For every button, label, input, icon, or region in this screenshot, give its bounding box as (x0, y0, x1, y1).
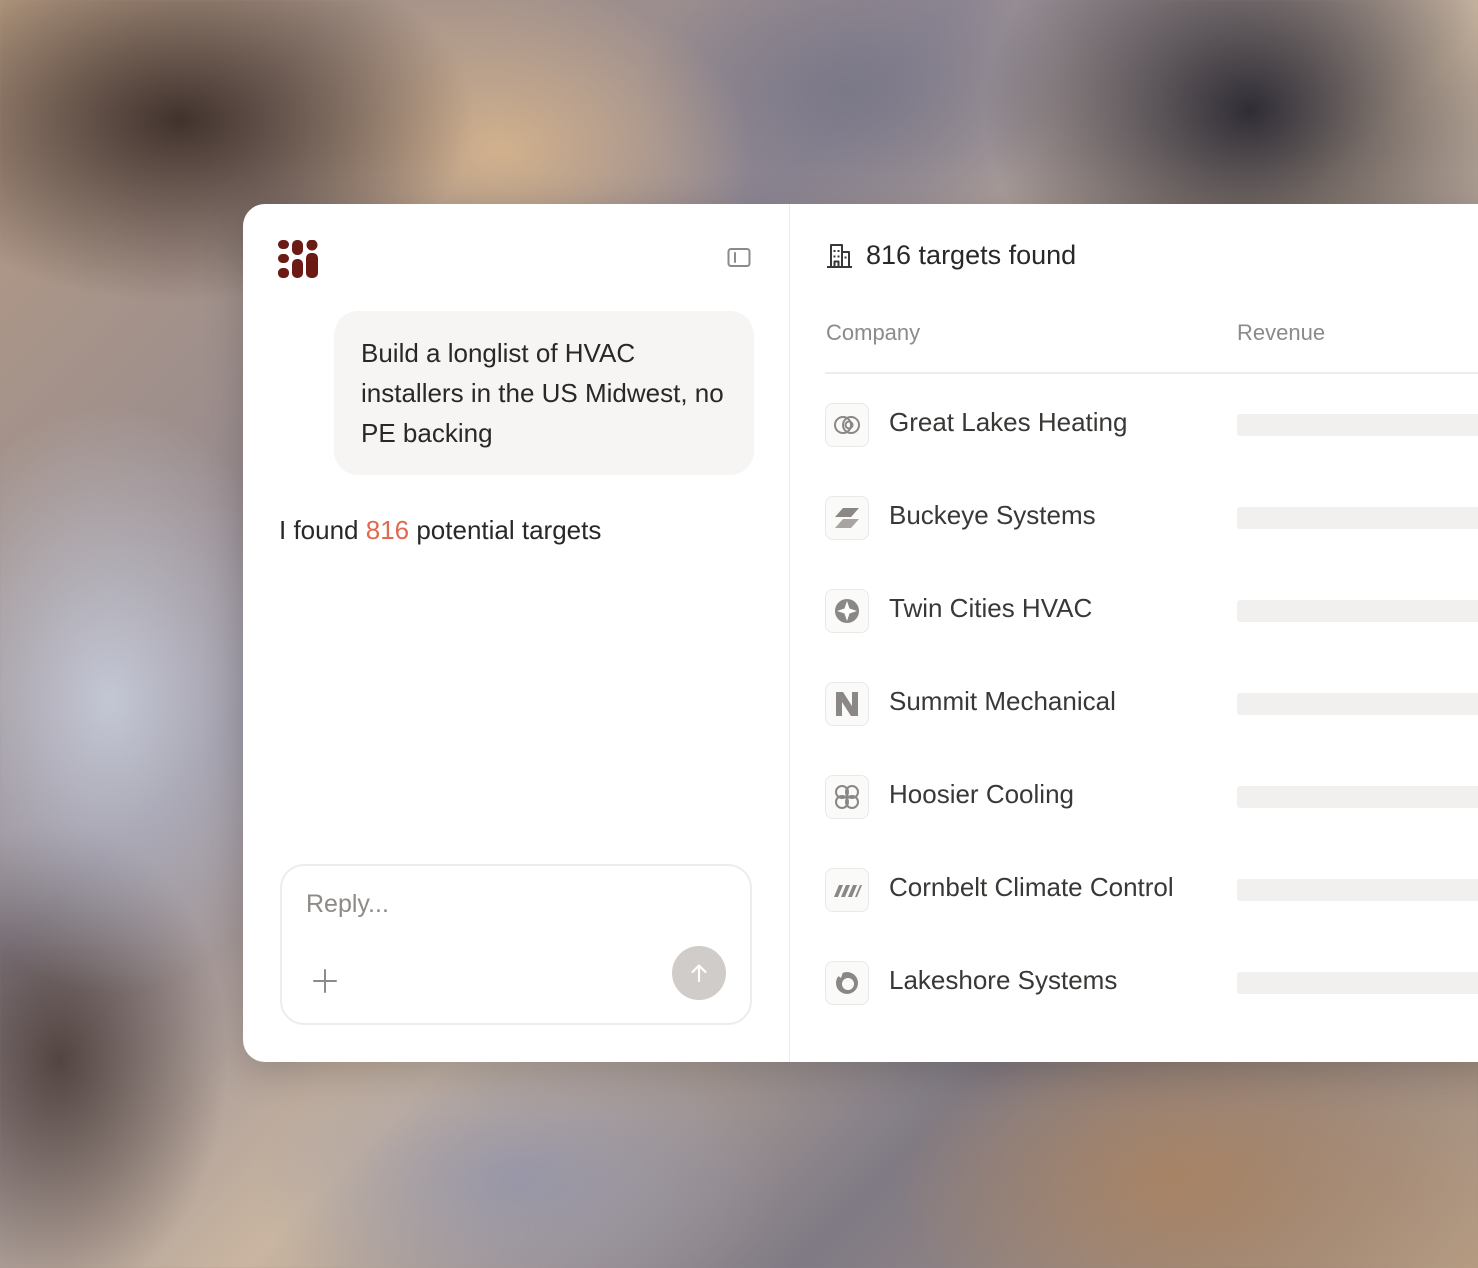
assistant-message-prefix: I found (279, 515, 366, 545)
diagonal-stripes-icon (834, 885, 862, 897)
header-divider (825, 372, 1478, 374)
revenue-placeholder (1237, 600, 1478, 622)
revenue-placeholder (1237, 879, 1478, 901)
clover-icon (835, 785, 859, 809)
company-logo (825, 403, 869, 447)
company-logo (825, 589, 869, 633)
user-message-bubble: Build a longlist of HVAC installers in t… (334, 311, 754, 475)
slanted-planes-icon (835, 508, 859, 528)
table-row[interactable]: Lakeshore Systems (825, 961, 1478, 1007)
arrow-up-icon (691, 964, 707, 983)
column-header-company[interactable]: Company (826, 320, 920, 346)
column-header-revenue[interactable]: Revenue (1237, 320, 1325, 346)
results-header: 816 targets found (825, 240, 1076, 271)
revenue-placeholder (1237, 972, 1478, 994)
company-name: Lakeshore Systems (889, 965, 1118, 995)
user-message-text: Build a longlist of HVAC installers in t… (361, 338, 724, 448)
company-name: Cornbelt Climate Control (889, 872, 1174, 902)
company-name: Summit Mechanical (889, 686, 1116, 716)
reply-composer (280, 864, 752, 1025)
revenue-placeholder (1237, 786, 1478, 808)
chat-panel: Build a longlist of HVAC installers in t… (243, 204, 790, 1062)
revenue-placeholder (1237, 414, 1478, 436)
ring-icon (836, 972, 858, 994)
overlapping-circles-icon (834, 416, 860, 434)
company-name: Great Lakes Heating (889, 407, 1128, 437)
company-logo (825, 682, 869, 726)
table-row[interactable]: Summit Mechanical (825, 682, 1478, 728)
table-row[interactable]: Twin Cities HVAC (825, 589, 1478, 635)
assistant-message-count: 816 (365, 515, 410, 545)
company-logo (825, 496, 869, 540)
results-panel: 816 targets found Company Revenue Great … (790, 204, 1478, 1062)
revenue-placeholder (1237, 507, 1478, 529)
revenue-placeholder (1237, 693, 1478, 715)
table-row[interactable]: Great Lakes Heating (825, 403, 1478, 449)
letter-n-icon (836, 692, 858, 716)
reply-input[interactable] (306, 890, 666, 919)
sidebar-toggle-icon[interactable] (727, 247, 751, 269)
plus-icon[interactable] (310, 966, 340, 996)
company-logo (825, 775, 869, 819)
table-row[interactable]: Cornbelt Climate Control (825, 868, 1478, 914)
table-row[interactable]: Hoosier Cooling (825, 775, 1478, 821)
table-row[interactable]: Buckeye Systems (825, 496, 1478, 542)
assistant-message: I found 816 potential targets (279, 510, 601, 550)
send-button[interactable] (672, 946, 726, 1000)
brand-logo (278, 240, 318, 278)
company-logo (825, 961, 869, 1005)
company-name: Buckeye Systems (889, 500, 1096, 530)
company-name: Hoosier Cooling (889, 779, 1074, 809)
company-logo (825, 868, 869, 912)
assistant-message-suffix: potential targets (409, 515, 602, 545)
compass-star-icon (835, 599, 859, 623)
building-icon (827, 243, 852, 268)
app-window: Build a longlist of HVAC installers in t… (243, 204, 1478, 1062)
company-name: Twin Cities HVAC (889, 593, 1093, 623)
results-title: 816 targets found (866, 240, 1077, 270)
